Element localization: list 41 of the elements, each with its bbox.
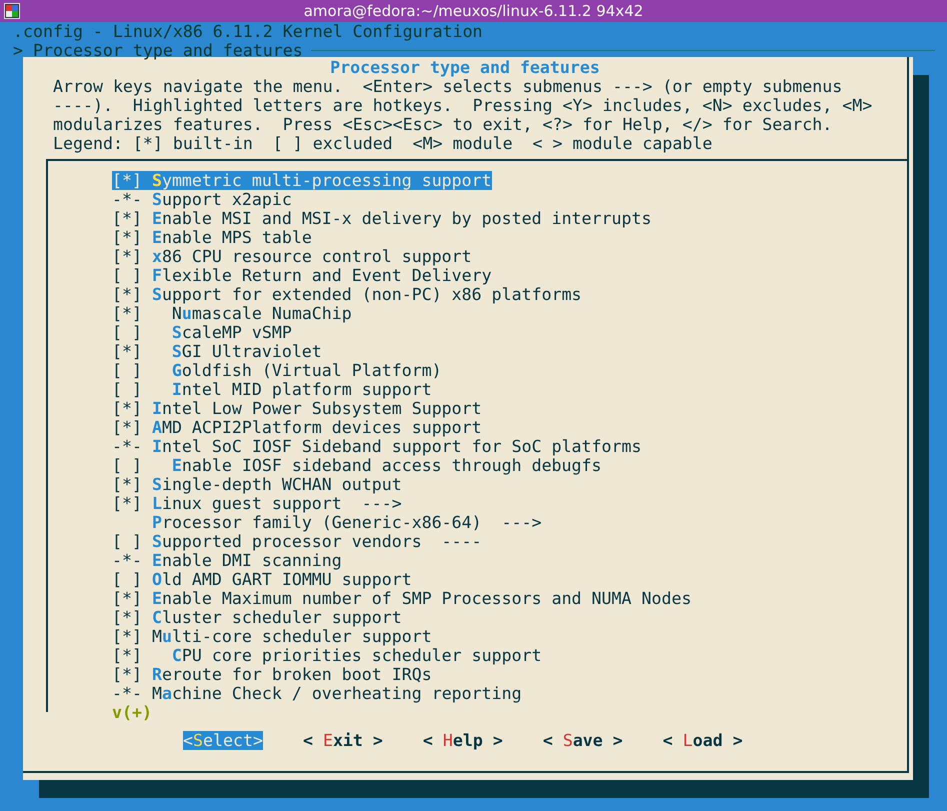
- menu-button[interactable]: < Load >: [662, 731, 743, 750]
- menu-item[interactable]: [*] SGI Ultraviolet: [112, 342, 322, 361]
- menu-item[interactable]: [*] Multi-core scheduler support: [112, 627, 432, 646]
- menu-item[interactable]: [ ] Intel MID platform support: [112, 380, 432, 399]
- menu-item[interactable]: [*] Enable MSI and MSI-x delivery by posted interrupts: [112, 209, 652, 228]
- menu-item[interactable]: [ ] Flexible Return and Event Delivery: [112, 266, 492, 285]
- menu-item[interactable]: -*- Machine Check / overheating reporting: [112, 684, 522, 703]
- menu-item[interactable]: Processor family (Generic-x86-64) --->: [112, 513, 542, 532]
- menu-item[interactable]: [ ] Supported processor vendors ----: [112, 532, 482, 551]
- menu-item[interactable]: [ ] Enable IOSF sideband access through debugfs: [112, 456, 602, 475]
- menu-button[interactable]: < Help >: [422, 731, 503, 750]
- dialog-title: Processor type and features: [330, 58, 600, 77]
- breadcrumb: > Processor type and features: [13, 41, 303, 60]
- menu-item[interactable]: [*] Reroute for broken boot IRQs: [112, 665, 432, 684]
- menu-item[interactable]: [*] Cluster scheduler support: [112, 608, 402, 627]
- menu-item[interactable]: [*] AMD ACPI2Platform devices support: [112, 418, 482, 437]
- menu-item[interactable]: -*- Support x2apic: [112, 190, 292, 209]
- menu-item[interactable]: [*] Linux guest support --->: [112, 494, 402, 513]
- menu-item[interactable]: [*] Numascale NumaChip: [112, 304, 352, 323]
- menu-item[interactable]: [*] Enable MPS table: [112, 228, 312, 247]
- window-title: amora@fedora:~/meuxos/linux-6.11.2 94x42: [304, 1, 644, 22]
- config-title: .config - Linux/x86 6.11.2 Kernel Configuration: [13, 22, 483, 41]
- app-icon[interactable]: [4, 3, 20, 19]
- menu-item[interactable]: [ ] ScaleMP vSMP: [112, 323, 292, 342]
- help-text: Legend: [*] built-in [ ] excluded <M> module < > module capable: [53, 134, 712, 153]
- help-text: ----). Highlighted letters are hotkeys. Pressing <Y> includes, <N> excludes, <M>: [53, 96, 872, 115]
- menu-item[interactable]: [ ] Goldfish (Virtual Platform): [112, 361, 442, 380]
- menu-button[interactable]: < Save >: [542, 731, 623, 750]
- menu-item[interactable]: -*- Enable DMI scanning: [112, 551, 342, 570]
- menu-item[interactable]: [*] x86 CPU resource control support: [112, 247, 472, 266]
- menu-item[interactable]: [*] Single-depth WCHAN output: [112, 475, 402, 494]
- menu-item[interactable]: [*] Intel Low Power Subsystem Support: [112, 399, 482, 418]
- help-text: Arrow keys navigate the menu. <Enter> selects submenus ---> (or empty submenus: [53, 77, 842, 96]
- menu-item[interactable]: [*] Enable Maximum number of SMP Processors and NUMA Nodes: [112, 589, 692, 608]
- menu-item[interactable]: [*] CPU core priorities scheduler support: [112, 646, 542, 665]
- help-text: modularizes features. Press <Esc><Esc> to exit, <?> for Help, </> for Search.: [53, 115, 832, 134]
- menu-item[interactable]: [ ] Old AMD GART IOMMU support: [112, 570, 412, 589]
- menu-item[interactable]: -*- Intel SoC IOSF Sideband support for SoC platforms: [112, 437, 642, 456]
- menu-button[interactable]: < Exit >: [302, 731, 383, 750]
- menu-item[interactable]: [*] Support for extended (non-PC) x86 platforms: [112, 285, 582, 304]
- more-indicator: v(+): [112, 703, 152, 722]
